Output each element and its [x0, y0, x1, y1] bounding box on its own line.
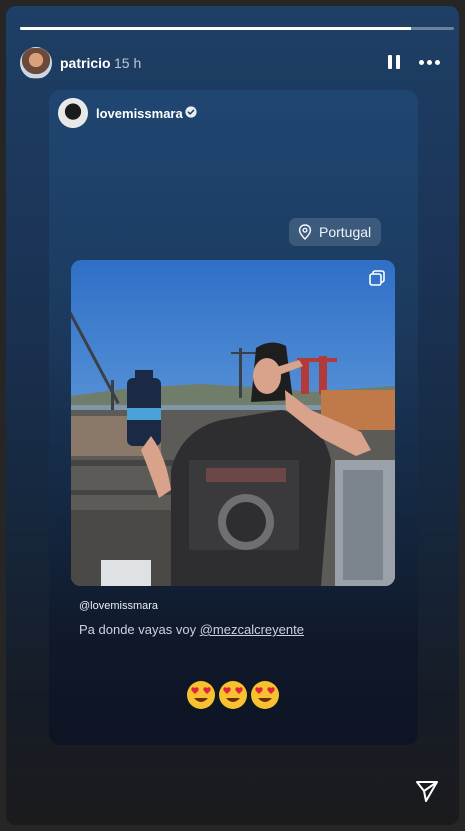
location-label: Portugal [319, 224, 372, 240]
post-caption: Pa donde vayas voy @mezcalcreyente [79, 622, 304, 637]
emoji-sticker-group [186, 680, 286, 710]
map-pin-icon [298, 224, 312, 240]
story-progress-bar [20, 27, 454, 30]
send-icon[interactable] [414, 778, 440, 804]
story-viewer[interactable]: patricio 15 h lovemissmara Portugal @lov… [6, 6, 459, 825]
multiple-photos-icon [369, 270, 385, 286]
shared-post-card[interactable]: lovemissmara Portugal @lovemissmara Pa d… [49, 90, 418, 745]
heart-eyes-emoji [219, 681, 247, 709]
story-progress-fill [20, 27, 411, 30]
heart-eyes-emoji [251, 681, 279, 709]
pause-icon[interactable] [384, 53, 404, 71]
location-sticker[interactable]: Portugal [289, 218, 382, 246]
post-photo[interactable] [71, 260, 395, 586]
story-author-username[interactable]: patricio [60, 55, 111, 71]
caption-mention-link[interactable]: @mezcalcreyente [200, 622, 304, 637]
heart-eyes-emoji [187, 681, 215, 709]
story-timestamp: 15 h [114, 55, 142, 71]
photo-image [71, 260, 395, 586]
story-header: patricio 15 h [20, 42, 450, 80]
post-author-username[interactable]: lovemissmara [96, 106, 183, 121]
avatar[interactable] [20, 47, 52, 79]
caption-text: Pa donde vayas voy [79, 622, 200, 637]
post-author-avatar[interactable] [58, 98, 88, 128]
post-mention[interactable]: @lovemissmara [79, 600, 158, 612]
more-icon[interactable] [418, 53, 442, 71]
verified-icon [185, 106, 197, 118]
